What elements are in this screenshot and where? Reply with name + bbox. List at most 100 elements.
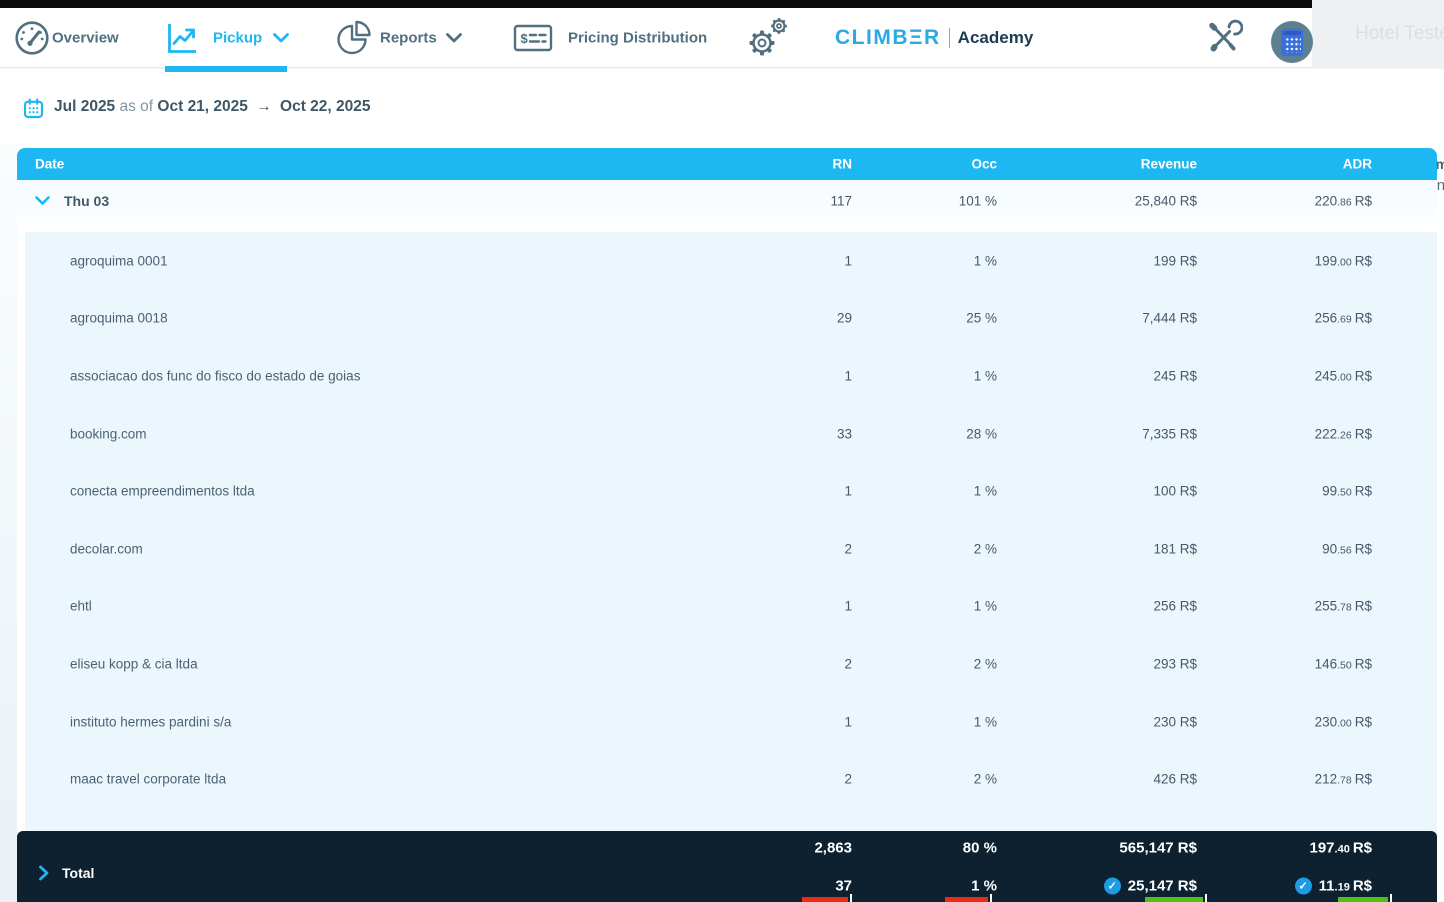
row-revenue: 293 R$ bbox=[1153, 656, 1197, 672]
row-adr: 90.56 R$ bbox=[1322, 541, 1372, 557]
nav-item-pricing-distribution[interactable]: Pricing Distribution bbox=[568, 29, 707, 46]
row-adr: 212.78 R$ bbox=[1314, 771, 1372, 787]
total-adr: 197.40 R$ bbox=[1309, 839, 1372, 857]
tools-icon[interactable] bbox=[1203, 18, 1243, 58]
filter-bar: Jul 2025 as of Oct 21, 2025 → Oct 22, 20… bbox=[0, 68, 1444, 194]
row-revenue: 245 R$ bbox=[1153, 368, 1197, 384]
chevron-down-icon[interactable] bbox=[445, 32, 463, 43]
row-revenue: 199 R$ bbox=[1153, 253, 1197, 269]
pickup-occ: 1 % bbox=[971, 877, 997, 895]
total-revenue: 565,147 R$ bbox=[1119, 839, 1197, 857]
group-revenue: 25,840 R$ bbox=[1134, 193, 1197, 209]
check-icon: ✓ bbox=[1103, 877, 1121, 895]
table-row[interactable]: instituto hermes pardini s/a 1 1 % 230 R… bbox=[25, 693, 1437, 751]
rows-container: agroquima 0001 1 1 % 199 R$ 199.00 R$ agr… bbox=[25, 232, 1437, 808]
svg-text:$: $ bbox=[521, 31, 529, 46]
total-summary-bar[interactable]: Total 2,863 80 % 565,147 R$ 197.40 R$ 37 … bbox=[17, 831, 1437, 902]
chevron-right-icon[interactable] bbox=[38, 865, 50, 881]
row-name: associacao dos func do fisco do estado d… bbox=[70, 368, 361, 384]
row-adr: 199.00 R$ bbox=[1314, 253, 1372, 269]
pie-chart-icon bbox=[335, 19, 373, 57]
to-date: Oct 22, 2025 bbox=[280, 98, 371, 115]
pickup-page: Hotel Teste App Overview Pickup bbox=[0, 0, 1444, 902]
avatar[interactable] bbox=[1271, 21, 1313, 63]
hotel-selector-panel[interactable]: Hotel Teste App bbox=[1312, 0, 1444, 68]
row-occ: 1 % bbox=[973, 714, 997, 730]
gear-icon[interactable] bbox=[740, 15, 792, 61]
column-header-date[interactable]: Date bbox=[35, 157, 64, 172]
column-header-occ[interactable]: Occ bbox=[817, 157, 997, 172]
revenue-pace-bar bbox=[1144, 894, 1207, 902]
row-name: booking.com bbox=[70, 426, 147, 442]
row-adr: 222.26 R$ bbox=[1314, 426, 1372, 442]
check-icon: ✓ bbox=[1294, 877, 1312, 895]
calendar-icon[interactable] bbox=[23, 98, 44, 119]
gauge-icon bbox=[13, 19, 51, 57]
row-name: decolar.com bbox=[70, 541, 143, 557]
table-row[interactable]: agroquima 0001 1 1 % 199 R$ 199.00 R$ bbox=[25, 232, 1437, 290]
row-occ: 25 % bbox=[966, 310, 997, 326]
row-revenue: 426 R$ bbox=[1153, 771, 1197, 787]
row-name: maac travel corporate ltda bbox=[70, 771, 227, 787]
nav-item-pickup[interactable]: Pickup bbox=[213, 29, 262, 46]
row-name: agroquima 0001 bbox=[70, 253, 168, 269]
row-revenue: 230 R$ bbox=[1153, 714, 1197, 730]
table-row[interactable]: booking.com 33 28 % 7,335 R$ 222.26 R$ bbox=[25, 405, 1437, 463]
segment-rows-block: agroquima 0001 1 1 % 199 R$ 199.00 R$ agr… bbox=[25, 232, 1437, 902]
row-name: instituto hermes pardini s/a bbox=[70, 714, 232, 730]
table-row[interactable]: conecta empreendimentos ltda 1 1 % 100 R… bbox=[25, 462, 1437, 520]
group-row-thu-03[interactable]: Thu 03 117 101 % 25,840 R$ 220.86 R$ bbox=[17, 180, 1437, 222]
row-occ: 2 % bbox=[973, 771, 997, 787]
row-occ: 1 % bbox=[973, 598, 997, 614]
group-occ: 101 % bbox=[958, 193, 997, 209]
nav-item-reports[interactable]: Reports bbox=[380, 29, 437, 46]
table-row[interactable]: maac travel corporate ltda 2 2 % 426 R$ … bbox=[25, 750, 1437, 808]
table-row[interactable]: eliseu kopp & cia ltda 2 2 % 293 R$ 146.… bbox=[25, 635, 1437, 693]
table-row[interactable]: agroquima 0018 29 25 % 7,444 R$ 256.69 R$ bbox=[25, 290, 1437, 348]
from-date: Oct 21, 2025 bbox=[157, 98, 248, 115]
row-name: conecta empreendimentos ltda bbox=[70, 483, 255, 499]
table-row[interactable]: ehtl 1 1 % 256 R$ 255.78 R$ bbox=[25, 578, 1437, 636]
row-name: eliseu kopp & cia ltda bbox=[70, 656, 198, 672]
chevron-down-icon[interactable] bbox=[34, 196, 51, 207]
row-occ: 1 % bbox=[973, 483, 997, 499]
group-date-label: Thu 03 bbox=[64, 193, 110, 209]
total-label: Total bbox=[62, 865, 95, 881]
date-range-summary[interactable]: Jul 2025 as of Oct 21, 2025 → Oct 22, 20… bbox=[54, 98, 371, 116]
occ-pace-bar bbox=[944, 894, 992, 902]
row-name: agroquima 0018 bbox=[70, 310, 168, 326]
as-of-label: as of bbox=[119, 98, 154, 115]
row-revenue: 100 R$ bbox=[1153, 483, 1197, 499]
hotel-name-label: Hotel Teste App bbox=[1355, 23, 1444, 44]
adr-pace-bar bbox=[1337, 894, 1392, 902]
building-icon bbox=[1281, 29, 1303, 56]
row-occ: 2 % bbox=[973, 541, 997, 557]
row-occ: 1 % bbox=[973, 253, 997, 269]
row-revenue: 256 R$ bbox=[1153, 598, 1197, 614]
column-header-revenue[interactable]: Revenue bbox=[1017, 157, 1197, 172]
row-name: ehtl bbox=[70, 598, 92, 614]
row-revenue: 7,444 R$ bbox=[1142, 310, 1197, 326]
climber-logo-text: CLIMBΞR bbox=[835, 25, 941, 49]
academy-logo-text: Academy bbox=[957, 27, 1034, 47]
row-occ: 28 % bbox=[966, 426, 997, 442]
table-row[interactable]: associacao dos func do fisco do estado d… bbox=[25, 347, 1437, 405]
nav-item-overview[interactable]: Overview bbox=[52, 29, 119, 46]
row-adr: 99.50 R$ bbox=[1322, 483, 1372, 499]
pickup-adr: ✓ 11.19 R$ bbox=[1192, 877, 1372, 895]
price-card-icon: $ bbox=[513, 21, 553, 54]
climber-academy-logo: CLIMBΞR Academy bbox=[835, 26, 1033, 50]
rn-pace-bar bbox=[801, 894, 852, 902]
left-gutter bbox=[0, 145, 17, 902]
period-label: Jul 2025 bbox=[54, 98, 116, 115]
chevron-down-icon[interactable] bbox=[272, 32, 290, 43]
line-chart-icon bbox=[165, 20, 199, 56]
row-adr: 256.69 R$ bbox=[1314, 310, 1372, 326]
row-adr: 245.00 R$ bbox=[1314, 368, 1372, 384]
row-revenue: 7,335 R$ bbox=[1142, 426, 1197, 442]
table-header: Date RN Occ Revenue ADR bbox=[17, 148, 1437, 180]
row-adr: 146.50 R$ bbox=[1314, 656, 1372, 672]
column-header-adr[interactable]: ADR bbox=[1192, 157, 1372, 172]
table-row[interactable]: decolar.com 2 2 % 181 R$ 90.56 R$ bbox=[25, 520, 1437, 578]
logo-divider bbox=[948, 27, 950, 48]
